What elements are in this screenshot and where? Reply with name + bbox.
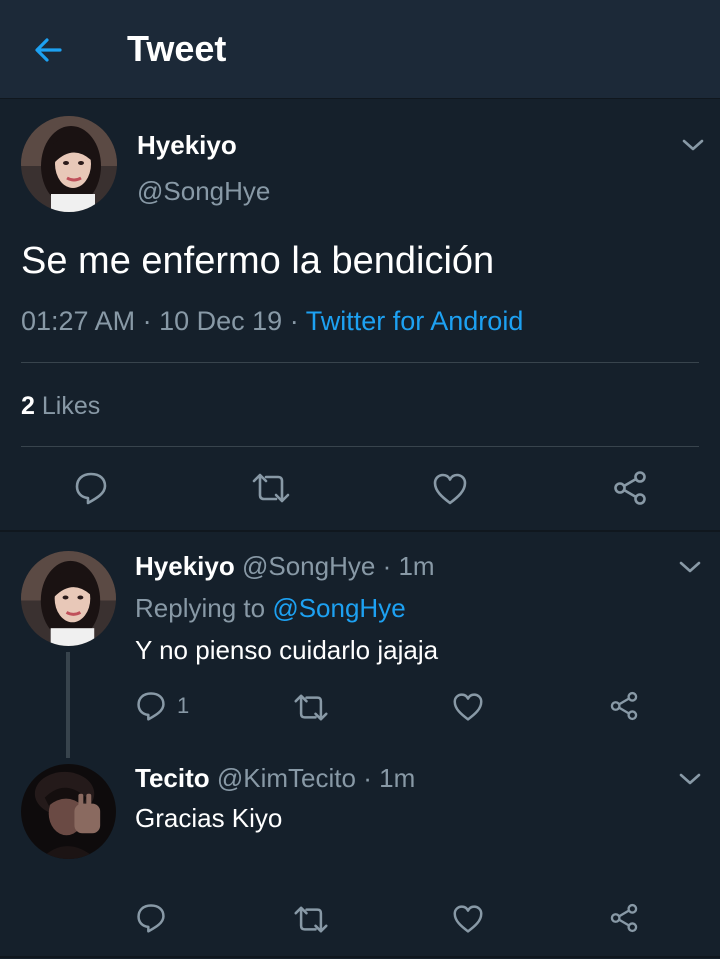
reply-count: 1 [177, 693, 190, 718]
avatar[interactable] [21, 116, 117, 212]
divider [21, 446, 699, 447]
author-name[interactable]: Hyekiyo [137, 130, 237, 161]
reply-author-name[interactable]: Tecito [135, 763, 210, 793]
retweet-button[interactable] [251, 472, 291, 504]
meta-separator: · [289, 306, 299, 336]
likes-label: Likes [41, 392, 101, 420]
tweet-text: Se me enfermo la bendición [21, 240, 495, 282]
tweet-options-button[interactable] [677, 558, 703, 576]
reply-text: Y no pienso cuidarlo jajaja [135, 635, 439, 665]
chevron-down-icon [679, 773, 701, 785]
reply-header: Hyekiyo @SongHye · 1m [135, 551, 435, 582]
reply-author-handle[interactable]: @KimTecito [217, 763, 356, 793]
share-icon [614, 471, 646, 505]
reply-button[interactable]: 1 [135, 690, 189, 722]
heart-icon [453, 693, 483, 721]
reply-button[interactable] [73, 470, 109, 506]
chevron-down-icon [679, 561, 701, 573]
like-button[interactable] [452, 904, 484, 934]
meta-separator: · [363, 763, 372, 793]
retweet-button[interactable] [293, 905, 329, 934]
chevron-down-icon [682, 139, 704, 151]
likes-stat[interactable]: 2 Likes [21, 392, 100, 421]
thread-connector [66, 652, 70, 758]
avatar[interactable] [21, 764, 116, 859]
reply-time: 1m [379, 763, 416, 793]
replying-to-handle[interactable]: @SongHye [272, 593, 405, 623]
divider [0, 530, 720, 532]
retweet-button[interactable] [293, 693, 329, 722]
share-button[interactable] [609, 691, 639, 721]
reply-author-name[interactable]: Hyekiyo [135, 551, 235, 581]
tweet-time: 01:27 AM [21, 306, 136, 336]
like-button[interactable] [452, 692, 484, 722]
reply-icon [137, 904, 165, 933]
page-title: Tweet [127, 28, 227, 69]
meta-separator: · [142, 306, 152, 336]
avatar[interactable] [21, 551, 116, 646]
reply-icon [75, 472, 107, 505]
tweet-meta: 01:27 AM · 10 Dec 19 · Twitter for Andro… [21, 306, 523, 337]
replying-to: Replying to @SongHye [135, 593, 406, 624]
reply-icon [137, 692, 165, 721]
reply-button[interactable] [135, 902, 167, 934]
heart-icon [453, 905, 483, 933]
likes-count: 2 [21, 392, 35, 420]
share-icon [610, 903, 638, 933]
tweet-options-button[interactable] [680, 136, 706, 154]
replying-to-label: Replying to [135, 593, 266, 623]
divider [0, 956, 720, 958]
tweet-source-link[interactable]: Twitter for Android [306, 306, 524, 336]
meta-separator: · [382, 551, 392, 581]
arrow-left-icon [35, 38, 62, 62]
share-icon [610, 691, 638, 721]
top-app-bar: Tweet [0, 0, 720, 99]
share-button[interactable] [609, 903, 639, 933]
tweet-date: 10 Dec 19 [159, 306, 283, 336]
share-button[interactable] [612, 470, 648, 506]
back-button[interactable] [30, 34, 66, 66]
divider [21, 362, 699, 363]
retweet-icon [294, 694, 328, 721]
tweet-options-button[interactable] [677, 770, 703, 788]
reply-time: 1m [398, 551, 435, 581]
reply-header: Tecito @KimTecito · 1m [135, 763, 415, 794]
retweet-icon [252, 473, 290, 503]
reply-author-handle[interactable]: @SongHye [242, 551, 375, 581]
author-handle[interactable]: @SongHye [137, 176, 270, 207]
like-button[interactable] [432, 472, 468, 506]
heart-icon [433, 473, 467, 505]
retweet-icon [294, 906, 328, 933]
reply-text: Gracias Kiyo [135, 803, 283, 833]
